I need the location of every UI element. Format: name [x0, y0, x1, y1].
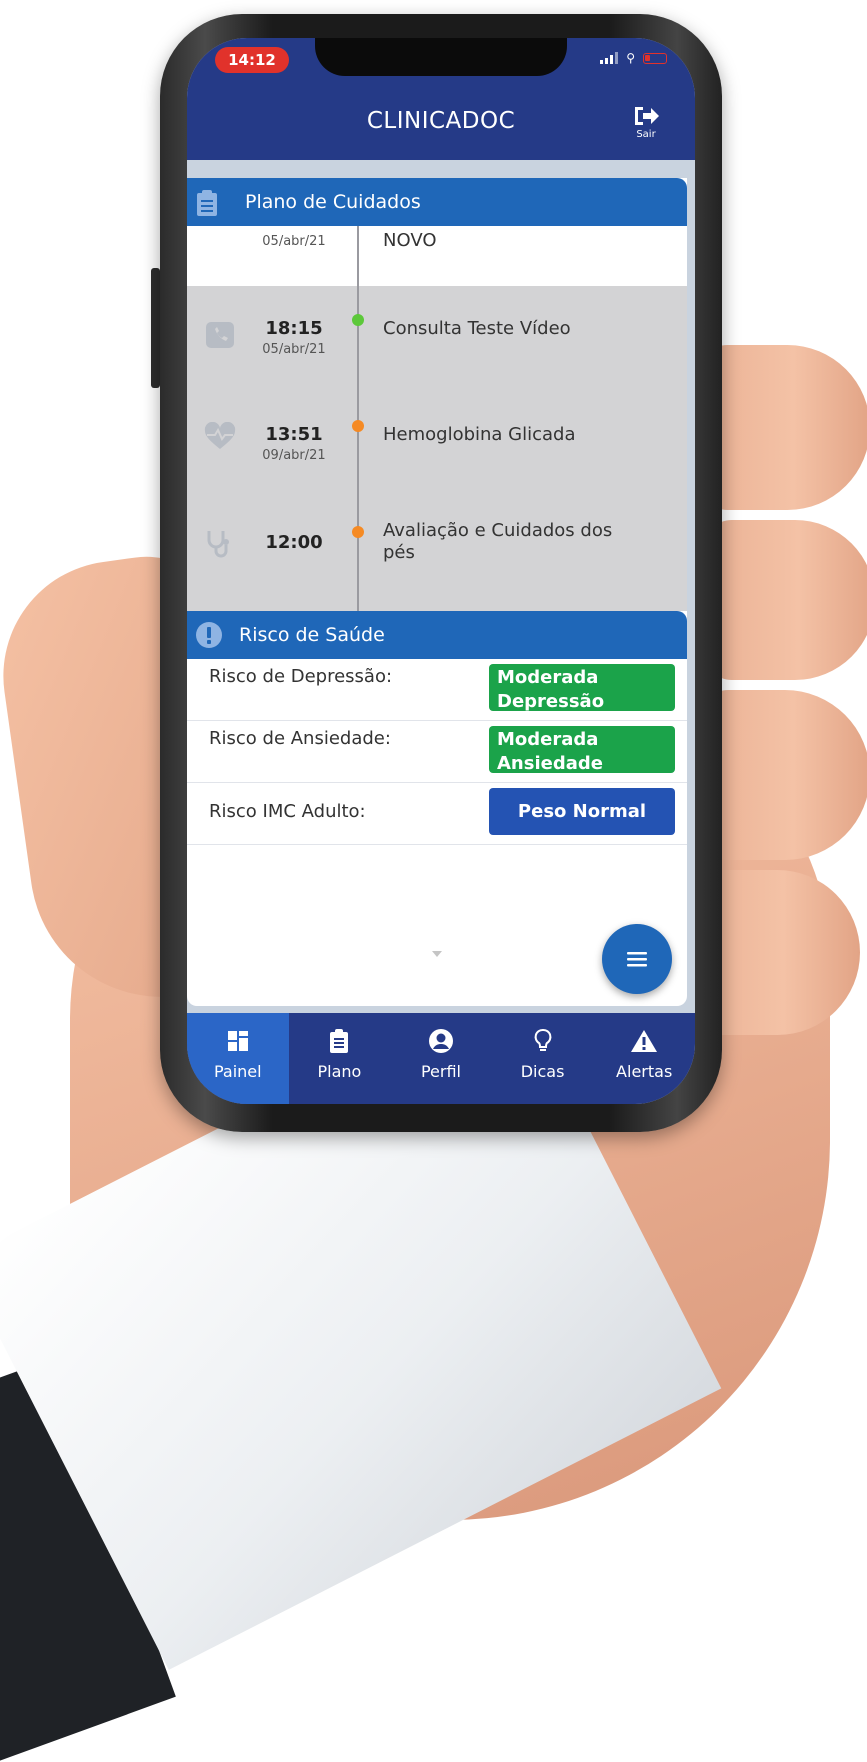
chevron-down-icon[interactable]	[432, 951, 442, 957]
risk-label: Risco de Depressão:	[209, 666, 393, 687]
phone-icon	[206, 322, 234, 348]
nav-label: Plano	[317, 1062, 362, 1081]
nav-label: Painel	[213, 1062, 262, 1081]
logout-label: Sair	[636, 129, 656, 140]
timeline-item[interactable]: 12:00 Avaliação e Cuidados dos pés	[187, 502, 687, 608]
timeline-item[interactable]: 13:51 09/abr/21 Hemoglobina Glicada	[187, 396, 687, 502]
nav-item-painel[interactable]: Painel	[187, 1013, 289, 1104]
item-title: Avaliação e Cuidados dos pés	[383, 520, 613, 563]
item-time: 13:51	[265, 424, 323, 445]
risk-label: Risco de Ansiedade:	[209, 728, 391, 749]
hand-finger	[705, 520, 867, 680]
dashboard-icon	[227, 1031, 248, 1051]
risk-badge[interactable]: Moderada Depressão	[489, 664, 675, 711]
clipboard-icon	[330, 1029, 349, 1053]
nav-item-alertas[interactable]: Alertas	[593, 1013, 695, 1104]
care-plan-title: Plano de Cuidados	[245, 191, 421, 213]
lightbulb-icon	[534, 1029, 551, 1051]
nav-item-dicas[interactable]: Dicas	[492, 1013, 594, 1104]
menu-icon	[627, 952, 647, 967]
logout-button[interactable]: Sair	[632, 104, 660, 140]
item-time: 18:15	[265, 318, 323, 339]
signal-icon	[600, 52, 619, 64]
status-time: 14:12	[215, 47, 289, 73]
care-plan-timeline: 05/abr/21 NOVO 18:15 05/abr/21 Consulta …	[187, 226, 687, 612]
battery-icon	[643, 52, 667, 64]
risk-badge[interactable]: Moderada Ansiedade	[489, 726, 675, 773]
care-plan-card: Plano de Cuidados 05/abr/21 NOVO 18:15 0…	[187, 178, 687, 630]
risk-badge[interactable]: Peso Normal	[489, 788, 675, 835]
clipboard-icon	[197, 190, 217, 216]
wifi-icon: ⚲	[626, 51, 635, 65]
nav-label: Alertas	[616, 1062, 673, 1081]
status-dot	[352, 420, 364, 432]
warning-icon	[631, 1030, 658, 1052]
status-dot	[352, 314, 364, 326]
timeline-item[interactable]: 18:15 05/abr/21 Consulta Teste Vídeo	[187, 290, 687, 396]
phone-notch	[315, 38, 567, 76]
risk-row-anxiety: Risco de Ansiedade: Moderada Ansiedade	[187, 721, 687, 783]
timeline-item[interactable]: 05/abr/21 NOVO	[187, 226, 687, 286]
status-icons: ⚲	[600, 52, 667, 64]
care-plan-header: Plano de Cuidados	[187, 178, 687, 226]
phone-side-button	[151, 268, 160, 388]
stethoscope-icon	[207, 531, 229, 558]
info-icon	[196, 622, 222, 648]
status-dot	[352, 526, 364, 538]
app-title: CLINICADOC	[366, 108, 516, 134]
user-circle-icon	[428, 1029, 453, 1053]
hand-finger	[700, 345, 867, 510]
item-title: Consulta Teste Vídeo	[383, 318, 571, 339]
risk-row-bmi: Risco IMC Adulto: Peso Normal	[187, 783, 687, 845]
nav-label: Perfil	[420, 1062, 461, 1081]
item-date: 05/abr/21	[262, 342, 326, 357]
menu-fab-button[interactable]	[602, 924, 672, 994]
item-date: 09/abr/21	[262, 448, 326, 463]
app-header: 14:12 ⚲ CLINICADOC Sair	[187, 38, 695, 160]
item-title: NOVO	[383, 230, 437, 251]
item-date: 05/abr/21	[262, 234, 326, 249]
health-risk-header: Risco de Saúde	[187, 611, 687, 659]
heartbeat-icon	[204, 422, 236, 449]
nav-item-perfil[interactable]: Perfil	[390, 1013, 492, 1104]
item-time: 12:00	[265, 532, 323, 553]
bottom-nav: Painel Plano Perfil Dicas Alertas	[187, 1013, 695, 1104]
nav-label: Dicas	[520, 1062, 565, 1081]
phone-screen: 14:12 ⚲ CLINICADOC Sair Plano de Cuidado…	[187, 38, 695, 1104]
timeline-line	[357, 226, 359, 286]
nav-item-plano[interactable]: Plano	[289, 1013, 391, 1104]
risk-label: Risco IMC Adulto:	[209, 801, 366, 822]
item-title: Hemoglobina Glicada	[383, 424, 576, 445]
hand-finger	[700, 690, 867, 860]
logout-icon	[635, 107, 659, 125]
health-risk-title: Risco de Saúde	[239, 624, 385, 646]
risk-row-depression: Risco de Depressão: Moderada Depressão	[187, 659, 687, 721]
